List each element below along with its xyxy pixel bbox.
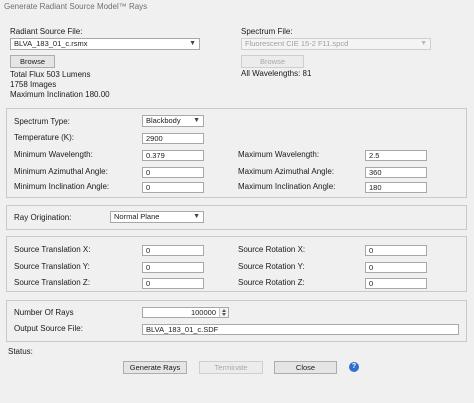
title-bar: Generate Radiant Source Model™ Rays	[0, 0, 474, 14]
max-wavelength-label: Maximum Wavelength:	[238, 150, 320, 159]
min-inclination-field[interactable]: 0	[142, 182, 204, 193]
translation-z-label: Source Translation Z:	[14, 278, 91, 287]
radiant-source-value: BLVA_183_01_c.rsmx	[14, 39, 88, 48]
generate-rays-button[interactable]: Generate Rays	[123, 361, 187, 374]
radiant-browse-button[interactable]: Browse	[10, 55, 55, 68]
min-inclination-label: Minimum Inclination Angle:	[14, 182, 110, 191]
status-label: Status:	[8, 347, 33, 356]
spectrum-type-value: Blackbody	[146, 116, 181, 125]
ray-origination-group	[6, 205, 467, 230]
chevron-down-icon: ▼	[420, 40, 427, 47]
translation-y-field[interactable]: 0	[142, 262, 204, 273]
min-wavelength-label: Minimum Wavelength:	[14, 150, 93, 159]
spectrum-file-select[interactable]: Fluorescent CIE 15-2 F11.spcd ▼	[241, 38, 431, 50]
max-inclination-field[interactable]: 180	[365, 182, 427, 193]
output-group	[6, 300, 467, 342]
ray-origination-value: Normal Plane	[114, 212, 160, 221]
spectrum-file-label: Spectrum File:	[241, 27, 293, 36]
spectrum-type-label: Spectrum Type:	[14, 117, 70, 126]
chevron-down-icon: ▼	[189, 40, 196, 47]
rotation-z-field[interactable]: 0	[365, 278, 427, 289]
max-inclination-label: Maximum Inclination Angle:	[238, 182, 336, 191]
translation-x-label: Source Translation X:	[14, 245, 91, 254]
translation-y-label: Source Translation Y:	[14, 262, 90, 271]
radiant-source-label: Radiant Source File:	[10, 27, 83, 36]
chevron-down-icon: ▼	[193, 213, 200, 220]
number-of-rays-field[interactable]: 100000	[142, 307, 229, 318]
translation-z-field[interactable]: 0	[142, 278, 204, 289]
help-icon[interactable]: ?	[349, 362, 359, 372]
all-wavelengths-text: All Wavelengths: 81	[241, 69, 312, 78]
temperature-field[interactable]: 2900	[142, 133, 204, 144]
spectrum-browse-button[interactable]: Browse	[241, 55, 304, 68]
ray-origination-label: Ray Origination:	[14, 213, 72, 222]
max-azimuthal-field[interactable]: 360	[365, 167, 427, 178]
total-flux-text: Total Flux 503 Lumens	[10, 70, 91, 79]
spectrum-file-value: Fluorescent CIE 15-2 F11.spcd	[245, 39, 349, 48]
close-button[interactable]: Close	[274, 361, 337, 374]
rotation-x-label: Source Rotation X:	[238, 245, 306, 254]
rotation-x-field[interactable]: 0	[365, 245, 427, 256]
ray-origination-select[interactable]: Normal Plane ▼	[110, 211, 204, 223]
rotation-y-field[interactable]: 0	[365, 262, 427, 273]
number-of-rays-value: 100000	[190, 308, 216, 317]
rotation-y-label: Source Rotation Y:	[238, 262, 305, 271]
output-file-field[interactable]: BLVA_183_01_c.SDF	[142, 324, 459, 335]
min-azimuthal-field[interactable]: 0	[142, 167, 204, 178]
min-azimuthal-label: Minimum Azimuthal Angle:	[14, 167, 108, 176]
spinner-arrows-icon[interactable]	[219, 308, 228, 317]
images-count-text: 1758 Images	[10, 80, 57, 89]
window-title: Generate Radiant Source Model™ Rays	[4, 2, 148, 11]
output-file-label: Output Source File:	[14, 324, 83, 333]
chevron-down-icon: ▼	[193, 117, 200, 124]
radiant-source-select[interactable]: BLVA_183_01_c.rsmx ▼	[10, 38, 200, 50]
temperature-label: Temperature (K):	[14, 133, 75, 142]
rotation-z-label: Source Rotation Z:	[238, 278, 305, 287]
max-azimuthal-label: Maximum Azimuthal Angle:	[238, 167, 335, 176]
spectrum-type-select[interactable]: Blackbody ▼	[142, 115, 204, 127]
max-wavelength-field[interactable]: 2.5	[365, 150, 427, 161]
max-inclination-text: Maximum Inclination 180.00	[10, 90, 110, 99]
number-of-rays-label: Number Of Rays	[14, 308, 74, 317]
translation-x-field[interactable]: 0	[142, 245, 204, 256]
min-wavelength-field[interactable]: 0.379	[142, 150, 204, 161]
terminate-button[interactable]: Terminate	[199, 361, 263, 374]
